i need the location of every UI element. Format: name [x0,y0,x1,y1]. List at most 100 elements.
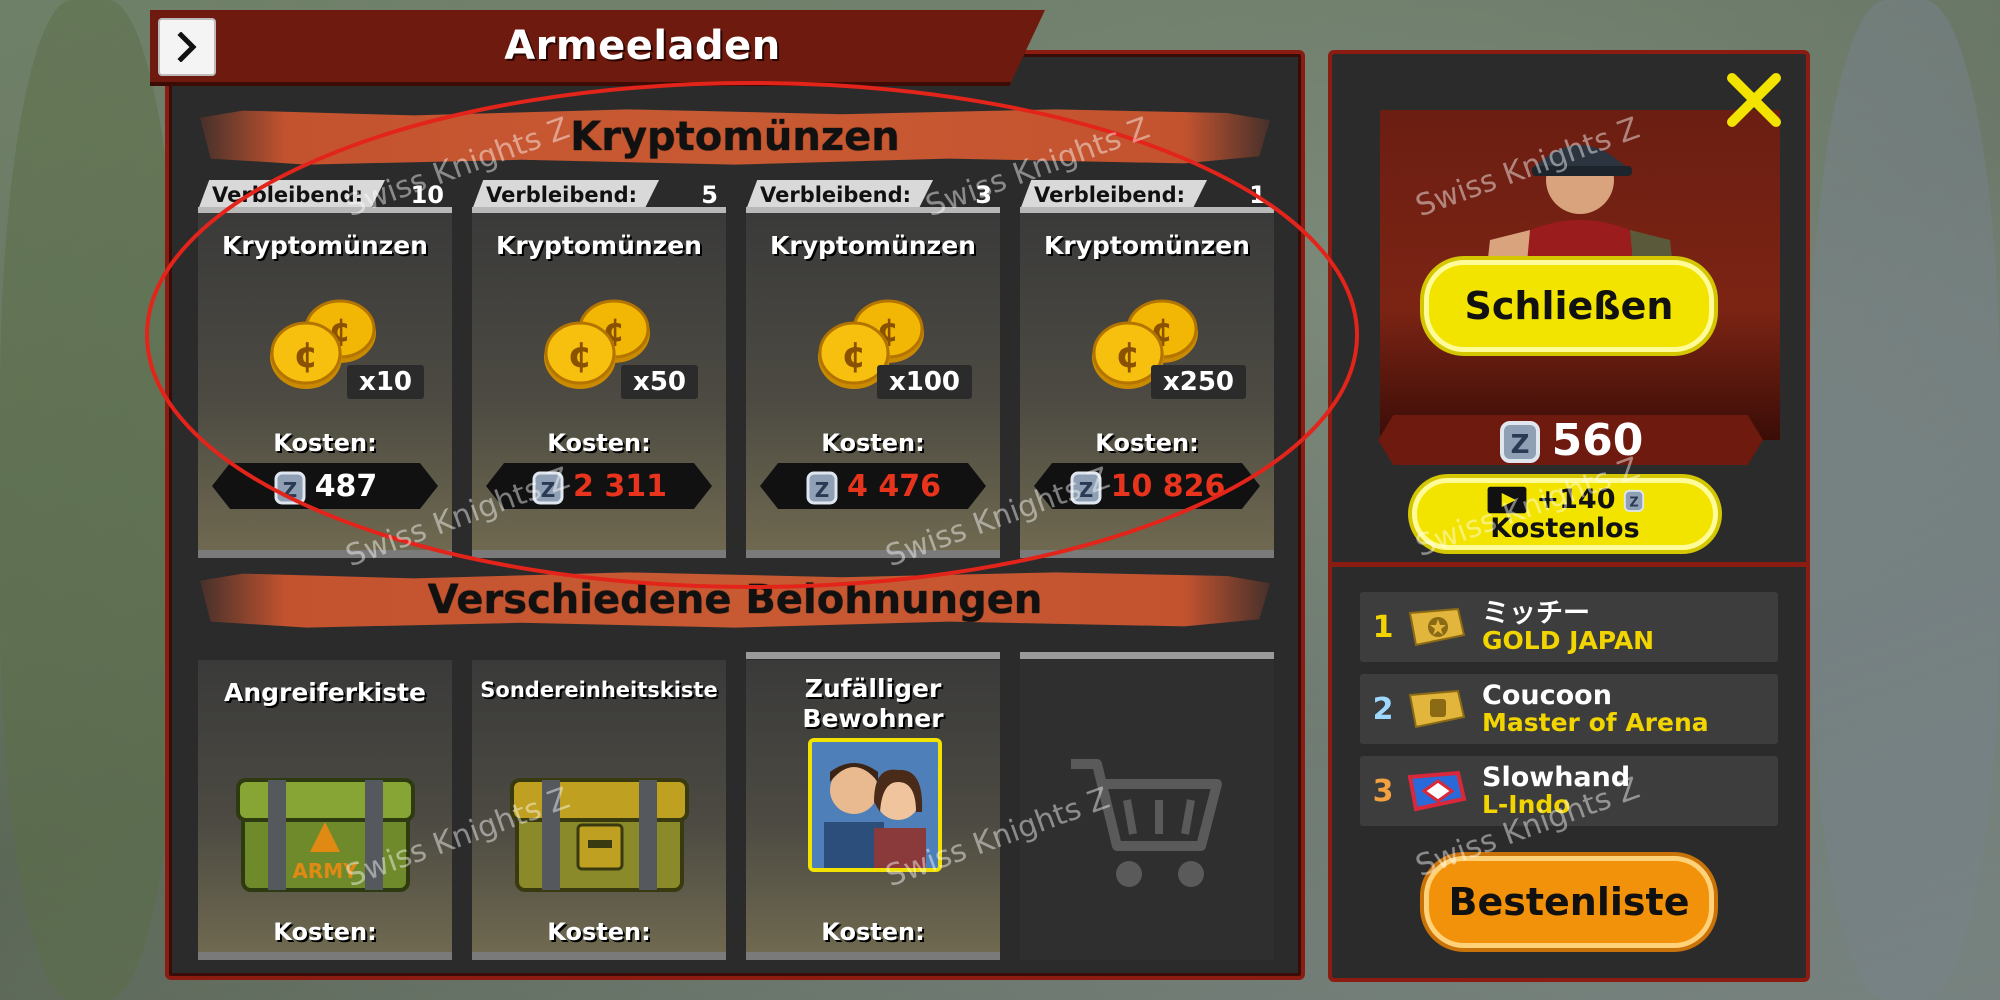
price-bar: Z 4 476 [760,463,986,509]
leaderboard-row[interactable]: 2 Coucoon Master of Arena [1360,674,1778,744]
clan-badge-icon [1408,689,1466,729]
dog-tag-icon: Z [1070,471,1102,505]
svg-text:Z: Z [282,478,297,502]
special-chest-icon [510,778,689,892]
item-name: Zufälliger Bewohner [802,674,944,733]
item-name: Kryptomünzen [1044,231,1250,260]
remaining-count: 1 [1249,181,1266,209]
close-button-label: Schließen [1464,284,1674,328]
player-info: Coucoon Master of Arena [1482,679,1709,738]
remaining-tab: Verbleibend: 5 [472,177,726,213]
rank-number: 1 [1372,609,1394,645]
dog-tag-icon: Z [532,471,564,505]
remaining-count: 3 [975,181,992,209]
remaining-label: Verbleibend: [746,180,934,210]
leaderboard-button-label: Bestenliste [1448,880,1690,924]
cost-label: Kosten: [821,429,925,457]
player-name: ミッチー [1482,597,1590,629]
crypto-card[interactable]: Verbleibend: 3 Kryptomünzen ¢ ¢ x100 Kos… [746,180,1000,558]
remaining-count: 10 [410,181,444,209]
crypto-card[interactable]: Verbleibend: 5 Kryptomünzen ¢ ¢ x50 Kost… [472,180,726,558]
random-resident-card[interactable]: Zufälliger Bewohner Kosten: [746,652,1000,960]
leaderboard-button[interactable]: Bestenliste [1424,856,1714,948]
reward-card-row: Angreiferkiste ARMY Kosten: Sondereinhei… [198,652,1274,960]
item-name: Kryptomünzen [770,231,976,260]
shopping-cart-icon [1071,759,1222,887]
cost-label: Kosten: [547,429,651,457]
cost-label: Kosten: [821,918,925,946]
crypto-card[interactable]: Verbleibend: 10 Kryptomünzen ¢ ¢ x10 Kos… [198,180,452,558]
svg-text:Z: Z [541,478,556,502]
free-bonus-row: +140 Z [1485,485,1646,515]
back-button[interactable] [158,18,216,76]
army-chest-icon: ARMY [236,778,415,892]
svg-text:¢: ¢ [1115,335,1140,376]
free-video-button[interactable]: +140 Z Kostenlos [1412,478,1718,550]
item-name: Angreiferkiste [223,678,427,707]
leaderboard-row[interactable]: 1 ミッチー GOLD JAPAN [1360,592,1778,662]
tab-underline [746,207,1000,213]
svg-text:Z: Z [1078,478,1093,502]
player-name: Slowhand [1482,761,1631,793]
resident-portrait [808,738,942,872]
tab-underline [472,207,726,213]
page-title: Armeeladen [504,23,781,69]
svg-text:¢: ¢ [293,335,318,376]
dog-tag-icon: Z [806,471,838,505]
free-bonus-value: +140 [1536,483,1616,515]
svg-text:¢: ¢ [841,335,866,376]
terrain-right [1810,0,2000,1000]
close-button[interactable]: Schließen [1424,260,1714,352]
balance-bar: Z 560 [1378,415,1763,465]
price-bar: Z 10 826 [1034,463,1260,509]
attacker-chest-card[interactable]: Angreiferkiste ARMY Kosten: [198,660,452,960]
item-name: Sondereinheitskiste [480,678,718,702]
clan-name: GOLD JAPAN [1482,626,1655,656]
resident-portrait-icon [812,742,938,868]
svg-text:Z: Z [1510,430,1529,460]
clan-name: Master of Arena [1482,708,1709,738]
clan-name: L-Indo [1482,790,1571,820]
close-icon[interactable] [1724,70,1784,130]
quantity-badge: x100 [876,365,972,399]
svg-text:ARMY: ARMY [292,859,358,883]
play-video-icon [1487,486,1526,514]
price-value: 2 311 [573,468,667,504]
section-header-rewards: Verschiedene Belohnungen [200,570,1270,630]
remaining-label: Verbleibend: [198,180,386,210]
rank-number: 2 [1372,691,1394,727]
leaderboard-row[interactable]: 3 Slowhand L-Indo [1360,756,1778,826]
title-bar: Armeeladen [150,10,1045,86]
svg-text:Z: Z [1630,495,1639,510]
rank-number: 3 [1372,773,1394,809]
player-info: ミッチー GOLD JAPAN [1482,597,1655,656]
remaining-label: Verbleibend: [1020,180,1208,210]
cost-label: Kosten: [273,429,377,457]
remaining-tab: Verbleibend: 10 [198,177,452,213]
side-divider [1332,562,1806,567]
terrain-left [0,0,180,1000]
cost-label: Kosten: [547,918,651,946]
crypto-card-row: Verbleibend: 10 Kryptomünzen ¢ ¢ x10 Kos… [198,180,1274,558]
remaining-tab: Verbleibend: 1 [1020,177,1274,213]
price-value: 487 [314,468,378,504]
dog-tag-icon: Z [1624,489,1645,512]
price-bar: Z 487 [212,463,438,509]
remaining-count: 5 [701,181,718,209]
section-title: Verschiedene Belohnungen [427,577,1043,623]
section-title: Kryptomünzen [570,114,900,160]
clan-badge-icon [1407,770,1467,812]
player-name: Coucoon [1482,679,1612,711]
clan-badge-icon [1408,607,1466,647]
special-unit-chest-card[interactable]: Sondereinheitskiste Kosten: [472,660,726,960]
card-top-strip [746,652,1000,659]
empty-shop-slot [1020,652,1274,960]
item-name: Kryptomünzen [496,231,702,260]
dog-tag-icon: Z [274,471,306,505]
dog-tag-icon: Z [1499,421,1540,463]
section-header-crypto: Kryptomünzen [200,107,1270,167]
player-info: Slowhand L-Indo [1482,761,1631,820]
free-button-label: Kostenlos [1490,512,1640,544]
balance-value: 560 [1551,414,1644,466]
crypto-card[interactable]: Verbleibend: 1 Kryptomünzen ¢ ¢ x250 Kos… [1020,180,1274,558]
